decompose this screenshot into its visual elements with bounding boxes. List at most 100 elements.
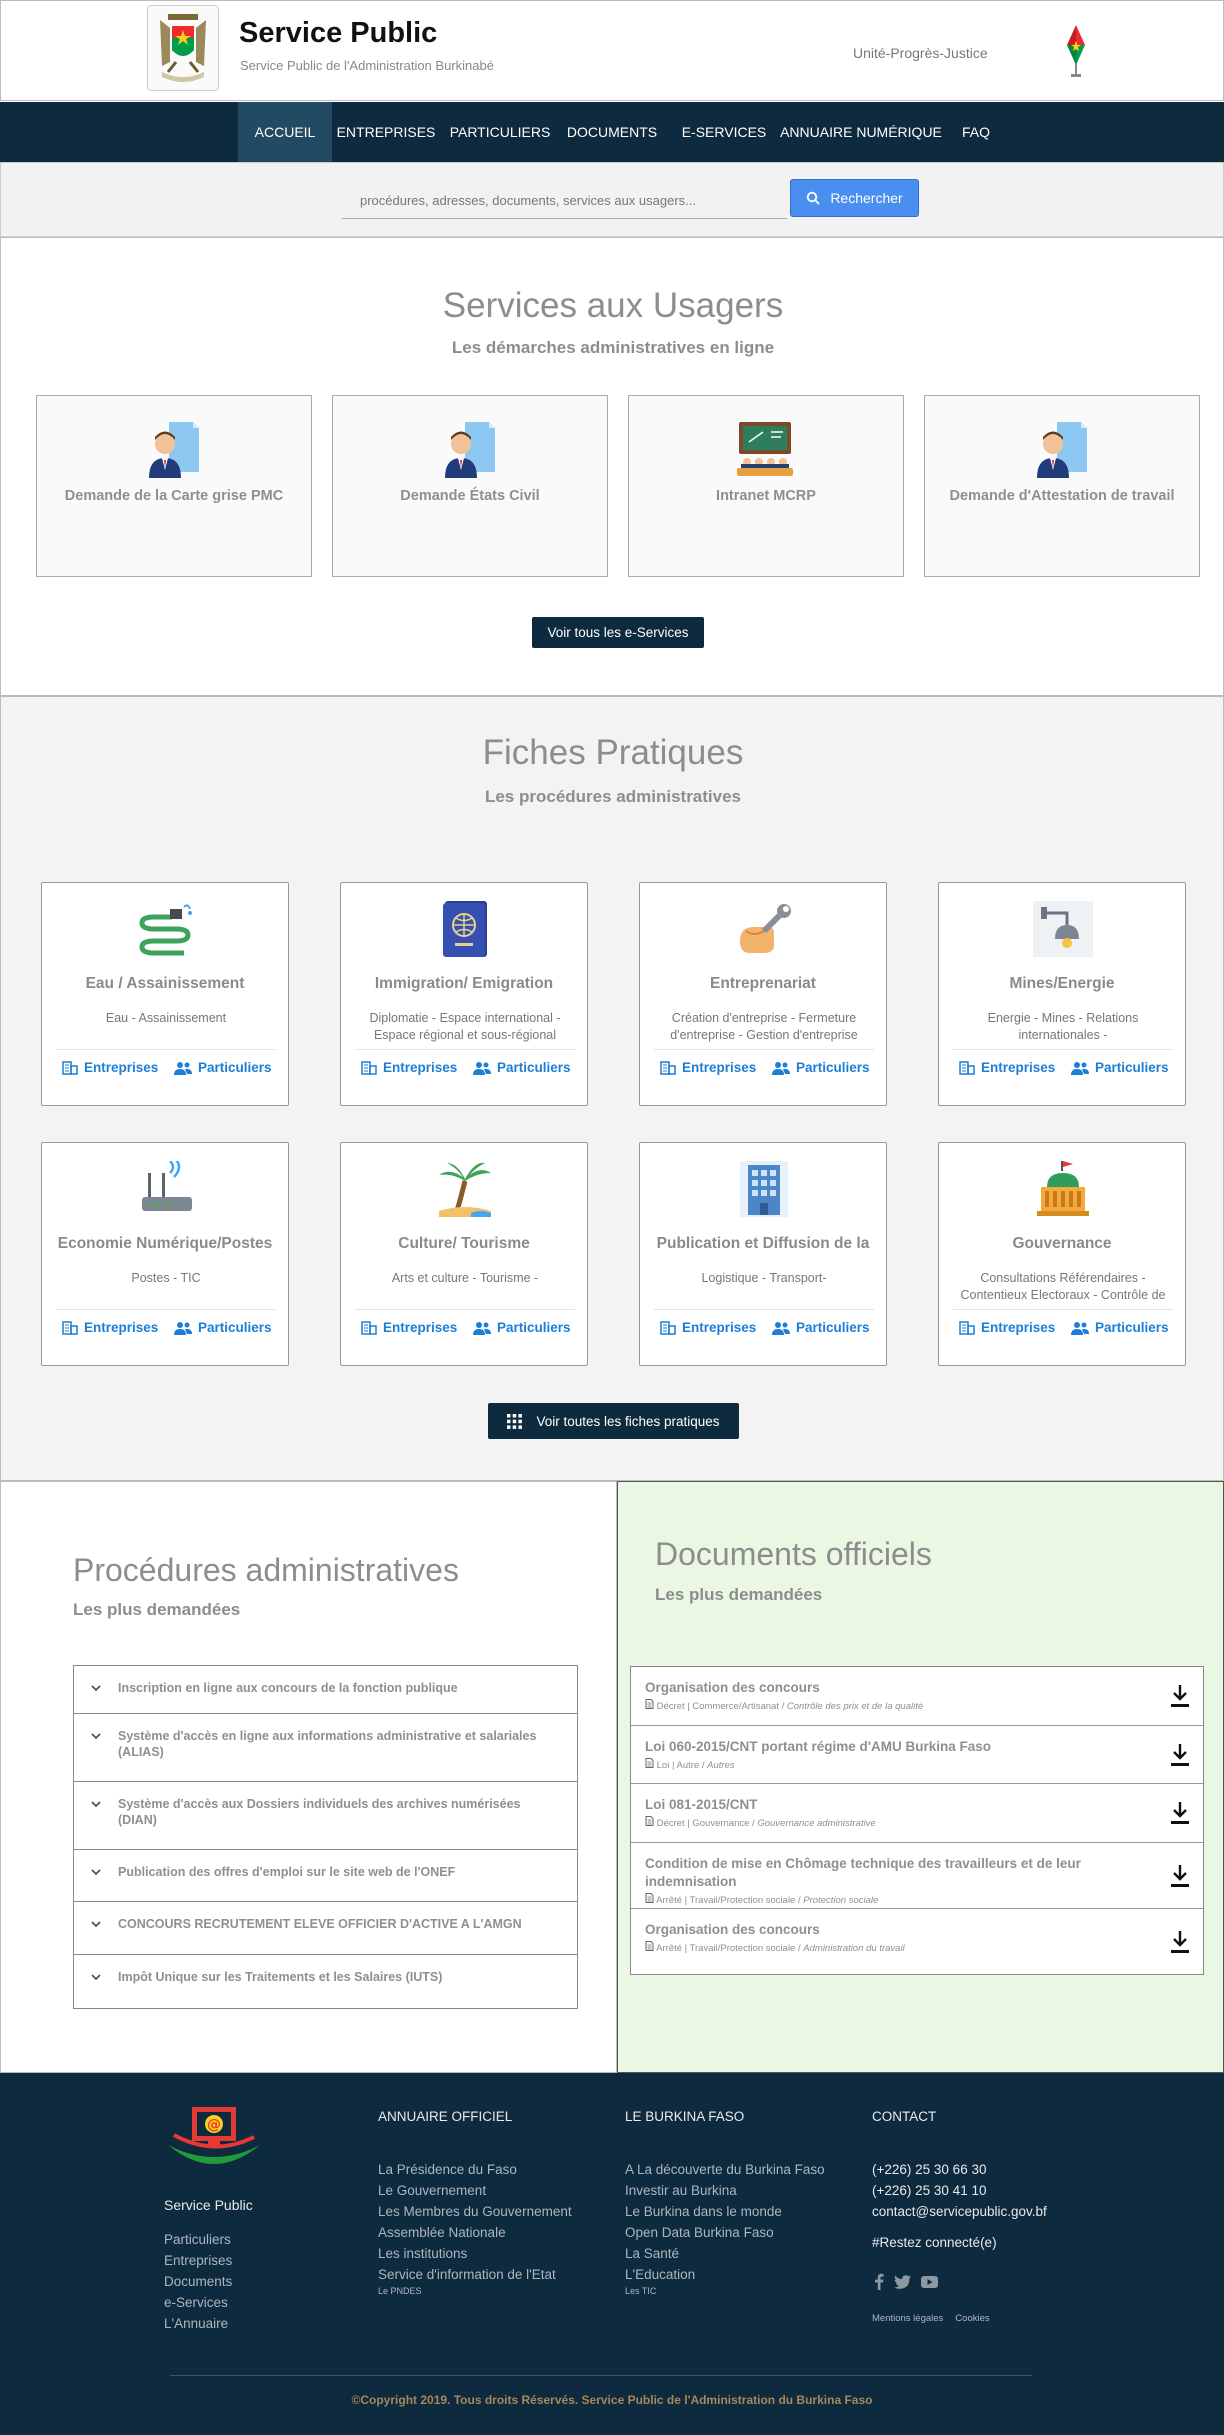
document-item[interactable]: Condition de mise en Chômage technique d… xyxy=(631,1843,1203,1909)
particuliers-link[interactable]: Particuliers xyxy=(1071,1060,1169,1075)
procedure-item[interactable]: Système d'accès en ligne aux information… xyxy=(74,1714,577,1782)
footer-link[interactable]: Le Gouvernement xyxy=(378,2180,572,2201)
download-icon[interactable] xyxy=(1169,1863,1191,1889)
particuliers-link[interactable]: Particuliers xyxy=(473,1320,571,1335)
footer-annuaire-links: La Présidence du Faso Le Gouvernement Le… xyxy=(378,2159,572,2297)
entreprises-link[interactable]: Entreprises xyxy=(62,1060,158,1075)
twitter-icon[interactable] xyxy=(894,2274,911,2289)
footer-link[interactable]: Les Membres du Gouvernement xyxy=(378,2201,572,2222)
procedure-item[interactable]: Inscription en ligne aux concours de la … xyxy=(74,1666,577,1714)
download-icon[interactable] xyxy=(1169,1683,1191,1709)
site-title[interactable]: Service Public xyxy=(239,17,437,50)
nav-annuaire-numerique[interactable]: ANNUAIRE NUMÉRIQUE xyxy=(780,102,942,162)
document-meta: Arrêté | Travail/Protection sociale / Ad… xyxy=(645,1941,1143,1954)
entreprises-link[interactable]: Entreprises xyxy=(62,1320,158,1335)
download-icon[interactable] xyxy=(1169,1800,1191,1826)
all-fiches-button[interactable]: Voir toutes les fiches pratiques xyxy=(488,1403,739,1439)
search-button[interactable]: Rechercher xyxy=(790,179,919,217)
nav-particuliers[interactable]: PARTICULIERS xyxy=(446,102,554,162)
fiche-card-eau[interactable]: Eau / Assainissement Eau - Assainissemen… xyxy=(41,882,289,1106)
service-card-attestation[interactable]: Demande d'Attestation de travail xyxy=(924,395,1200,577)
footer-link[interactable]: Entreprises xyxy=(164,2250,232,2271)
fiche-card-economie-numerique[interactable]: Economie Numérique/Postes Postes - TIC E… xyxy=(41,1142,289,1366)
particuliers-link[interactable]: Particuliers xyxy=(772,1320,870,1335)
service-card-intranet[interactable]: Intranet MCRP xyxy=(628,395,904,577)
procedure-item[interactable]: CONCOURS RECRUTEMENT ELEVE OFFICIER D'AC… xyxy=(74,1902,577,1955)
service-card-carte-grise[interactable]: Demande de la Carte grise PMC xyxy=(36,395,312,577)
footer-link[interactable]: La Santé xyxy=(625,2243,825,2264)
footer-link[interactable]: Particuliers xyxy=(164,2229,232,2250)
footer-link[interactable]: Le PNDES xyxy=(378,2285,572,2297)
nav-documents[interactable]: DOCUMENTS xyxy=(560,102,664,162)
particuliers-link[interactable]: Particuliers xyxy=(772,1060,870,1075)
chevron-down-icon xyxy=(91,1685,101,1692)
fiche-card-gouvernance[interactable]: Gouvernance Consultations Référendaires … xyxy=(938,1142,1186,1366)
footer-link[interactable]: Documents xyxy=(164,2271,232,2292)
document-tag: Autres xyxy=(707,1760,735,1771)
building-icon xyxy=(361,1060,377,1075)
particuliers-link[interactable]: Particuliers xyxy=(473,1060,571,1075)
nav-entreprises[interactable]: ENTREPRISES xyxy=(336,102,436,162)
procedure-item-label: Système d'accès aux Dossiers individuels… xyxy=(118,1797,521,1827)
footer-link[interactable]: L'Annuaire xyxy=(164,2313,232,2334)
search-button-label: Rechercher xyxy=(830,190,903,206)
entreprises-link[interactable]: Entreprises xyxy=(959,1320,1055,1335)
service-card-etats-civil[interactable]: Demande États Civil xyxy=(332,395,608,577)
nav-faq[interactable]: FAQ xyxy=(954,102,998,162)
footer-link[interactable]: Investir au Burkina xyxy=(625,2180,825,2201)
download-icon[interactable] xyxy=(1169,1742,1191,1768)
youtube-icon[interactable] xyxy=(921,2275,938,2288)
fiche-title: Mines/Energie xyxy=(1009,975,1115,992)
fiche-card-mines[interactable]: Mines/Energie Energie - Mines - Relation… xyxy=(938,882,1186,1106)
facebook-icon[interactable] xyxy=(874,2273,884,2290)
particuliers-link[interactable]: Particuliers xyxy=(1071,1320,1169,1335)
footer-link[interactable]: Le Burkina dans le monde xyxy=(625,2201,825,2222)
footer-link[interactable]: L'Education xyxy=(625,2264,825,2285)
footer-link[interactable]: A La découverte du Burkina Faso xyxy=(625,2159,825,2180)
cookies-link[interactable]: Cookies xyxy=(955,2313,989,2324)
footer-link[interactable]: Service d'information de l'Etat xyxy=(378,2264,572,2285)
document-item[interactable]: Organisation des concours Décret | Comme… xyxy=(631,1667,1203,1726)
footer-logo[interactable]: @ xyxy=(164,2105,264,2171)
document-item[interactable]: Loi 060-2015/CNT portant régime d'AMU Bu… xyxy=(631,1726,1203,1784)
document-title[interactable]: Organisation des concours xyxy=(645,1921,1143,1939)
particuliers-link[interactable]: Particuliers xyxy=(174,1060,272,1075)
entreprises-link[interactable]: Entreprises xyxy=(361,1320,457,1335)
search-input[interactable] xyxy=(342,183,787,219)
document-title[interactable]: Condition de mise en Chômage technique d… xyxy=(645,1855,1143,1891)
fiche-card-culture[interactable]: Culture/ Tourisme Arts et culture - Tour… xyxy=(340,1142,588,1366)
footer-link[interactable]: Les TIC xyxy=(625,2285,825,2297)
procedure-item[interactable]: Publication des offres d'emploi sur le s… xyxy=(74,1850,577,1902)
footer-link[interactable]: La Présidence du Faso xyxy=(378,2159,572,2180)
coat-of-arms-logo[interactable] xyxy=(147,5,219,91)
divider xyxy=(654,1309,874,1310)
footer-link[interactable]: Assemblée Nationale xyxy=(378,2222,572,2243)
nav-accueil[interactable]: ACCUEIL xyxy=(238,102,332,162)
contact-email[interactable]: contact@servicepublic.gov.bf xyxy=(872,2201,1047,2222)
document-item[interactable]: Organisation des concours Arrêté | Trava… xyxy=(631,1909,1203,1974)
document-item[interactable]: Loi 081-2015/CNT Décret | Gouvernance / … xyxy=(631,1784,1203,1843)
entreprises-link[interactable]: Entreprises xyxy=(361,1060,457,1075)
particuliers-link[interactable]: Particuliers xyxy=(174,1320,272,1335)
procedure-item[interactable]: Système d'accès aux Dossiers individuels… xyxy=(74,1782,577,1850)
fiche-card-entreprenariat[interactable]: Entreprenariat Création d'entreprise - F… xyxy=(639,882,887,1106)
procedure-item-label: Publication des offres d'emploi sur le s… xyxy=(118,1865,456,1879)
download-icon[interactable] xyxy=(1169,1929,1191,1955)
footer-link[interactable]: Open Data Burkina Faso xyxy=(625,2222,825,2243)
nav-e-services[interactable]: E-SERVICES xyxy=(678,102,770,162)
document-title[interactable]: Organisation des concours xyxy=(645,1679,1143,1697)
footer-heading-annuaire: ANNUAIRE OFFICIEL xyxy=(378,2109,513,2124)
footer-link[interactable]: Les institutions xyxy=(378,2243,572,2264)
procedure-item[interactable]: Impôt Unique sur les Traitements et les … xyxy=(74,1955,577,2008)
fiche-card-immigration[interactable]: Immigration/ Emigration Diplomatie - Esp… xyxy=(340,882,588,1106)
particuliers-link-label: Particuliers xyxy=(497,1060,571,1075)
all-e-services-button[interactable]: Voir tous les e-Services xyxy=(532,617,704,648)
entreprises-link[interactable]: Entreprises xyxy=(959,1060,1055,1075)
fiche-card-publication[interactable]: Publication et Diffusion de la Logistiqu… xyxy=(639,1142,887,1366)
entreprises-link[interactable]: Entreprises xyxy=(660,1320,756,1335)
entreprises-link[interactable]: Entreprises xyxy=(660,1060,756,1075)
legal-mentions-link[interactable]: Mentions légales xyxy=(872,2313,943,2324)
document-title[interactable]: Loi 060-2015/CNT portant régime d'AMU Bu… xyxy=(645,1738,1143,1756)
document-title[interactable]: Loi 081-2015/CNT xyxy=(645,1796,1143,1814)
footer-link[interactable]: e-Services xyxy=(164,2292,232,2313)
